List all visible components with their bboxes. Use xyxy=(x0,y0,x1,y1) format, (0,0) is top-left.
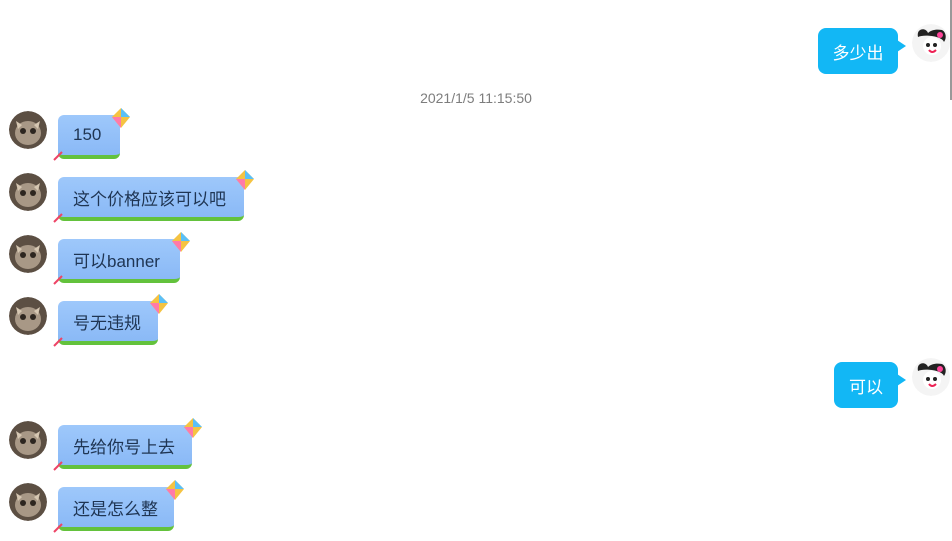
tag-icon xyxy=(53,337,65,347)
cat-avatar[interactable] xyxy=(9,111,47,149)
message-text: 可以 xyxy=(849,377,883,397)
kuromi-avatar[interactable] xyxy=(912,358,950,396)
message-incoming: 先给你号上去 xyxy=(0,418,300,476)
cat-avatar[interactable] xyxy=(9,235,47,273)
cat-avatar[interactable] xyxy=(9,483,47,521)
kite-icon xyxy=(170,231,192,253)
message-incoming: 150 xyxy=(0,108,300,166)
cat-avatar[interactable] xyxy=(9,297,47,335)
message-outgoing: 多少出 xyxy=(0,0,952,80)
kite-icon xyxy=(164,479,186,501)
tag-icon xyxy=(53,151,65,161)
kite-icon xyxy=(148,293,170,315)
message-bubble[interactable]: 这个价格应该可以吧 xyxy=(53,170,254,223)
tag-icon xyxy=(53,461,65,471)
kite-icon xyxy=(182,417,204,439)
tag-icon xyxy=(53,523,65,533)
cat-avatar[interactable] xyxy=(9,421,47,459)
message-text: 多少出 xyxy=(832,43,884,63)
message-text: 可以banner xyxy=(73,251,160,271)
message-text: 还是怎么整 xyxy=(73,499,158,519)
message-outgoing: 可以 xyxy=(0,356,952,416)
kite-icon xyxy=(110,107,132,129)
cat-avatar[interactable] xyxy=(9,173,47,211)
message-bubble[interactable]: 可以banner xyxy=(53,232,190,285)
message-bubble[interactable]: 还是怎么整 xyxy=(53,480,184,533)
message-bubble[interactable]: 可以 xyxy=(834,362,906,408)
message-bubble[interactable]: 多少出 xyxy=(818,28,906,74)
tag-icon xyxy=(53,275,65,285)
kite-icon xyxy=(234,169,256,191)
tag-icon xyxy=(53,213,65,223)
message-text: 号无违规 xyxy=(73,313,141,333)
message-bubble[interactable]: 号无违规 xyxy=(53,294,168,347)
message-text: 这个价格应该可以吧 xyxy=(73,189,226,209)
message-incoming: 可以banner xyxy=(0,232,300,290)
kuromi-avatar[interactable] xyxy=(912,24,950,62)
message-bubble[interactable]: 先给你号上去 xyxy=(53,418,202,471)
message-incoming: 号无违规 xyxy=(0,294,300,352)
message-text: 先给你号上去 xyxy=(73,437,175,457)
message-incoming: 还是怎么整 xyxy=(0,480,300,538)
message-incoming: 这个价格应该可以吧 xyxy=(0,170,320,228)
message-bubble[interactable]: 150 xyxy=(53,108,130,161)
message-timestamp: 2021/1/5 11:15:50 xyxy=(420,90,532,106)
message-text: 150 xyxy=(73,125,102,144)
